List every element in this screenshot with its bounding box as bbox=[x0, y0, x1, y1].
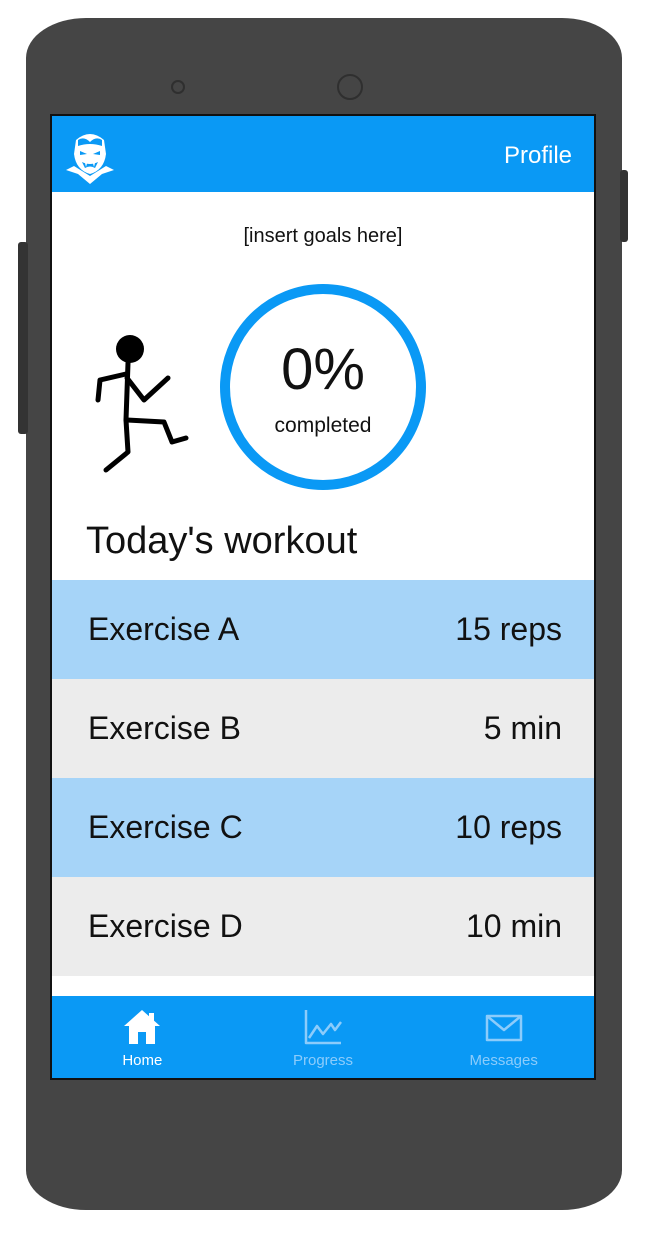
tab-progress[interactable]: Progress bbox=[233, 996, 414, 1078]
exercise-amount: 15 reps bbox=[455, 611, 562, 647]
bottom-tab-bar: Home Progress Messages bbox=[52, 996, 594, 1078]
exercise-row[interactable]: Exercise B 5 min bbox=[52, 679, 594, 778]
exercise-amount: 10 reps bbox=[455, 809, 562, 845]
front-camera bbox=[337, 74, 363, 100]
exercise-amount: 5 min bbox=[483, 710, 562, 746]
exercise-row[interactable]: Exercise D 10 min bbox=[52, 877, 594, 976]
app-screen: Profile [insert goals here] 0% completed… bbox=[50, 114, 596, 1080]
tab-messages[interactable]: Messages bbox=[413, 996, 594, 1078]
profile-link[interactable]: Profile bbox=[504, 142, 572, 170]
progress-label: completed bbox=[274, 414, 372, 437]
progress-ring: 0% completed bbox=[220, 284, 426, 490]
envelope-icon bbox=[485, 1014, 522, 1042]
line-chart-icon bbox=[304, 1010, 342, 1045]
tab-label: Messages bbox=[469, 1052, 538, 1069]
sensor-dot bbox=[171, 80, 185, 94]
tab-label: Home bbox=[122, 1052, 163, 1069]
exercise-list: Exercise A 15 reps Exercise B 5 min Exer… bbox=[52, 580, 594, 976]
exercise-name: Exercise D bbox=[88, 908, 243, 944]
volume-button bbox=[18, 242, 28, 434]
progress-percent: 0% bbox=[281, 337, 365, 402]
exercise-row[interactable]: Exercise A 15 reps bbox=[52, 580, 594, 679]
exercise-name: Exercise A bbox=[88, 611, 240, 647]
goals-text: [insert goals here] bbox=[243, 225, 403, 247]
vampire-face-icon[interactable] bbox=[64, 130, 116, 186]
running-stick-figure-icon bbox=[95, 335, 189, 473]
home-icon bbox=[124, 1010, 161, 1044]
power-button bbox=[620, 170, 628, 242]
workout-title: Today's workout bbox=[86, 520, 358, 562]
tab-home[interactable]: Home bbox=[52, 996, 233, 1078]
exercise-name: Exercise C bbox=[88, 809, 243, 845]
exercise-row[interactable]: Exercise C 10 reps bbox=[52, 778, 594, 877]
tab-label: Progress bbox=[292, 1052, 354, 1069]
exercise-amount: 10 min bbox=[465, 908, 562, 944]
exercise-name: Exercise B bbox=[88, 710, 241, 746]
app-bar: Profile bbox=[52, 116, 594, 192]
